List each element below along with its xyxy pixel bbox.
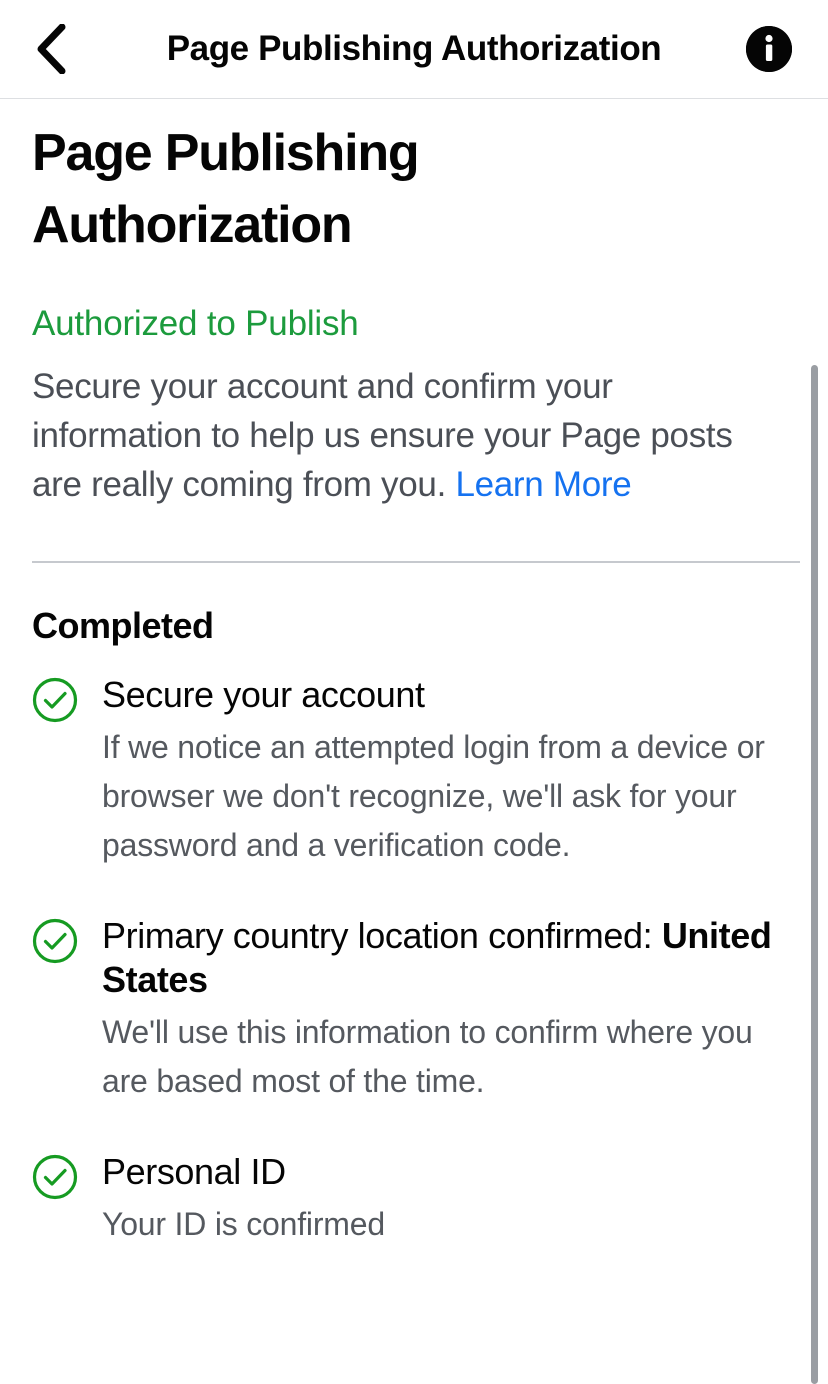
- list-item-body: Primary country location confirmed: Unit…: [102, 914, 796, 1106]
- page-content: Page Publishing Authorization Authorized…: [0, 99, 828, 1384]
- list-item[interactable]: Secure your account If we notice an atte…: [32, 673, 796, 870]
- list-item-body: Secure your account If we notice an atte…: [102, 673, 796, 870]
- learn-more-link[interactable]: Learn More: [455, 465, 631, 504]
- list-item[interactable]: Personal ID Your ID is confirmed: [32, 1150, 796, 1249]
- section-title-completed: Completed: [32, 605, 214, 646]
- page-description: Secure your account and confirm your inf…: [32, 362, 776, 509]
- navbar-title: Page Publishing Authorization: [166, 29, 662, 68]
- scrollbar-thumb[interactable]: [811, 365, 818, 1384]
- app-screen: Page Publishing Authorization Page Publi…: [0, 0, 828, 1384]
- list-item-description: If we notice an attempted login from a d…: [102, 729, 765, 863]
- info-button[interactable]: [746, 26, 792, 72]
- check-circle-icon: [32, 677, 78, 723]
- list-item-heading: Primary country location confirmed: Unit…: [102, 914, 796, 1002]
- list-item-heading: Secure your account: [102, 673, 796, 717]
- vertical-scrollbar[interactable]: [808, 99, 820, 1384]
- status-badge: Authorized to Publish: [32, 304, 359, 343]
- list-item-description: We'll use this information to confirm wh…: [102, 1014, 753, 1099]
- info-circle-icon: [746, 26, 792, 72]
- list-item-heading-text: Primary country location confirmed:: [102, 915, 662, 956]
- list-item-heading-text: Secure your account: [102, 674, 425, 715]
- section-divider: [32, 561, 800, 563]
- check-circle-icon: [32, 1154, 78, 1200]
- list-item-body: Personal ID Your ID is confirmed: [102, 1150, 796, 1249]
- check-circle-icon: [32, 918, 78, 964]
- page-title: Page Publishing Authorization: [32, 124, 420, 254]
- completed-items-list: Secure your account If we notice an atte…: [32, 673, 796, 1249]
- list-item-description: Your ID is confirmed: [102, 1206, 385, 1242]
- list-item-heading: Personal ID: [102, 1150, 796, 1194]
- list-item-heading-text: Personal ID: [102, 1151, 286, 1192]
- list-item[interactable]: Primary country location confirmed: Unit…: [32, 914, 796, 1106]
- navigation-bar: Page Publishing Authorization: [0, 0, 828, 99]
